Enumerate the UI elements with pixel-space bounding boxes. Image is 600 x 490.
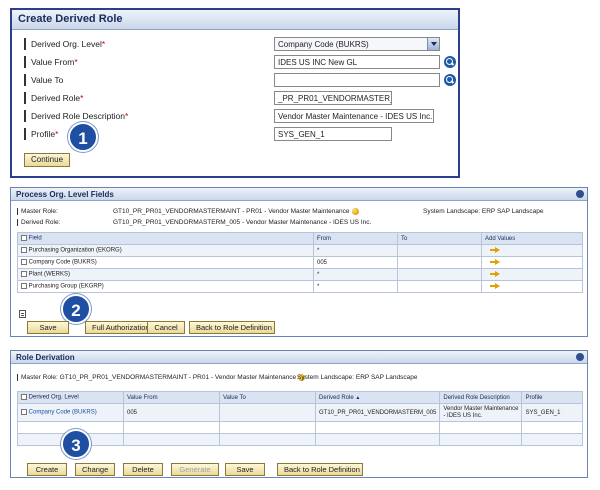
step-badge: 3: [61, 429, 91, 459]
field-label: Derived Role: [31, 93, 81, 103]
to-cell[interactable]: [397, 244, 482, 257]
master-role-info: Master Role:: [17, 208, 58, 215]
table-row: Purchasing Group (EKGRP) *: [17, 280, 583, 293]
field-label: Derived Role Description: [31, 111, 126, 121]
master-role-info: Master Role: GT10_PR_PR01_VENDORMASTERMA…: [17, 374, 306, 381]
derived-role-description-input[interactable]: Vendor Master Maintenance - IDES US Inc.: [274, 109, 434, 123]
table-header: Derived Org. Level Value From Value To D…: [17, 391, 583, 404]
step-badge: 1: [68, 122, 98, 152]
cancel-button[interactable]: Cancel: [147, 321, 185, 334]
field-label: Derived Org. Level: [31, 39, 102, 49]
derived-org-level-row: Derived Org. Level *: [24, 35, 105, 53]
from-cell[interactable]: *: [313, 280, 398, 293]
save-button[interactable]: Save: [225, 463, 265, 476]
add-values-arrow-icon[interactable]: [490, 271, 500, 278]
create-button[interactable]: Create: [27, 463, 67, 476]
collapse-icon[interactable]: [576, 190, 584, 198]
profile-input[interactable]: SYS_GEN_1: [274, 127, 392, 141]
row-checkbox[interactable]: [21, 271, 27, 278]
table-row: Plant (WERKS) *: [17, 268, 583, 281]
create-derived-role-panel: Create Derived Role Derived Org. Level * …: [10, 8, 460, 178]
panel-title: Process Org. Level Fields: [11, 188, 587, 201]
table-row: Purchasing Organization (EKORG) *: [17, 244, 583, 257]
table-row: [17, 433, 583, 446]
system-landscape-info: System Landscape: ERP SAP Landscape: [297, 374, 418, 381]
row-checkbox[interactable]: [21, 259, 27, 266]
derived-role-input[interactable]: _PR_PR01_VENDORMASTER_005: [274, 91, 392, 105]
table-header: Field From To Add Values: [17, 232, 583, 245]
back-to-role-definition-button[interactable]: Back to Role Definition: [189, 321, 275, 334]
profile-row: Profile *: [24, 125, 58, 143]
sort-icon[interactable]: ▲: [355, 395, 360, 401]
row-checkbox[interactable]: [21, 283, 27, 290]
process-org-level-fields-panel: Process Org. Level Fields Master Role: G…: [10, 187, 588, 337]
to-cell[interactable]: [397, 256, 482, 269]
search-icon[interactable]: [444, 74, 456, 86]
document-icon[interactable]: [19, 310, 26, 318]
derived-org-level-select[interactable]: Company Code (BUKRS): [274, 37, 440, 51]
value-from-row: Value From *: [24, 53, 78, 71]
value-to-row: Value To: [24, 71, 63, 89]
derived-role-row: Derived Role *: [24, 89, 83, 107]
master-role-value: GT10_PR_PR01_VENDORMASTERMAINT - PR01 - …: [113, 208, 359, 215]
collapse-icon[interactable]: [576, 353, 584, 361]
add-values-arrow-icon[interactable]: [490, 259, 500, 266]
to-cell[interactable]: [397, 280, 482, 293]
add-values-arrow-icon[interactable]: [490, 247, 500, 254]
derived-org-level-link[interactable]: Company Code (BUKRS): [29, 410, 97, 416]
value-from-input[interactable]: IDES US INC New GL: [274, 55, 440, 69]
save-button[interactable]: Save: [27, 321, 69, 334]
from-cell[interactable]: *: [313, 268, 398, 281]
full-authorization-button[interactable]: Full Authorization: [85, 321, 153, 334]
generate-button[interactable]: Generate: [171, 463, 219, 476]
to-cell[interactable]: [397, 268, 482, 281]
continue-button[interactable]: Continue: [24, 153, 70, 167]
add-values-arrow-icon[interactable]: [490, 283, 500, 290]
field-label: Profile: [31, 129, 56, 139]
value-to-input[interactable]: [274, 73, 440, 87]
role-derivation-table: Derived Org. Level Value From Value To D…: [17, 391, 583, 446]
field-label: Value From: [31, 57, 75, 67]
panel-title: Role Derivation: [11, 351, 587, 364]
search-icon[interactable]: [444, 56, 456, 68]
delete-button[interactable]: Delete: [123, 463, 163, 476]
row-checkbox[interactable]: [21, 409, 27, 416]
chevron-down-icon[interactable]: [427, 38, 439, 50]
from-cell[interactable]: *: [313, 244, 398, 257]
derived-role-value: GT10_PR_PR01_VENDORMASTERM_005 - Vendor …: [113, 219, 372, 226]
select-all-checkbox[interactable]: [21, 235, 27, 242]
select-all-checkbox[interactable]: [21, 394, 27, 401]
back-to-role-definition-button[interactable]: Back to Role Definition: [277, 463, 363, 476]
from-cell[interactable]: 005: [313, 256, 398, 269]
table-row: Company Code (BUKRS) 005 GT10_PR_PR01_VE…: [17, 403, 583, 422]
row-checkbox[interactable]: [21, 247, 27, 254]
globe-icon: [351, 208, 359, 215]
table-row: [17, 421, 583, 434]
field-label: Value To: [31, 75, 64, 85]
panel-title: Create Derived Role: [12, 10, 458, 30]
table-row: Company Code (BUKRS) 005: [17, 256, 583, 269]
step-badge: 2: [61, 294, 91, 324]
derived-role-info: Derived Role:: [17, 219, 60, 226]
system-landscape-info: System Landscape: ERP SAP Landscape: [423, 208, 544, 215]
role-derivation-panel: Role Derivation Master Role: GT10_PR_PR0…: [10, 350, 588, 478]
change-button[interactable]: Change: [75, 463, 115, 476]
org-fields-table: Field From To Add Values Purchasing Orga…: [17, 232, 583, 293]
